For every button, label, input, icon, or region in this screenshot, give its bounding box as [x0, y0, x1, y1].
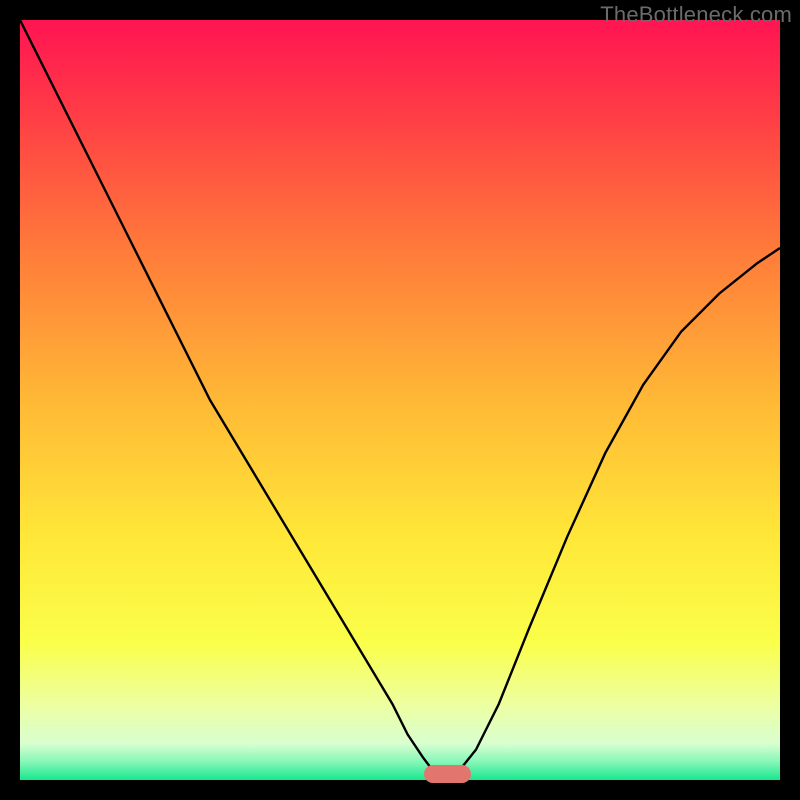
- watermark-text: TheBottleneck.com: [600, 2, 792, 28]
- optimal-marker: [424, 765, 471, 782]
- plot-area: [20, 20, 780, 780]
- curve-layer: [20, 20, 780, 780]
- bottleneck-curve: [20, 20, 780, 780]
- chart-frame: TheBottleneck.com: [0, 0, 800, 800]
